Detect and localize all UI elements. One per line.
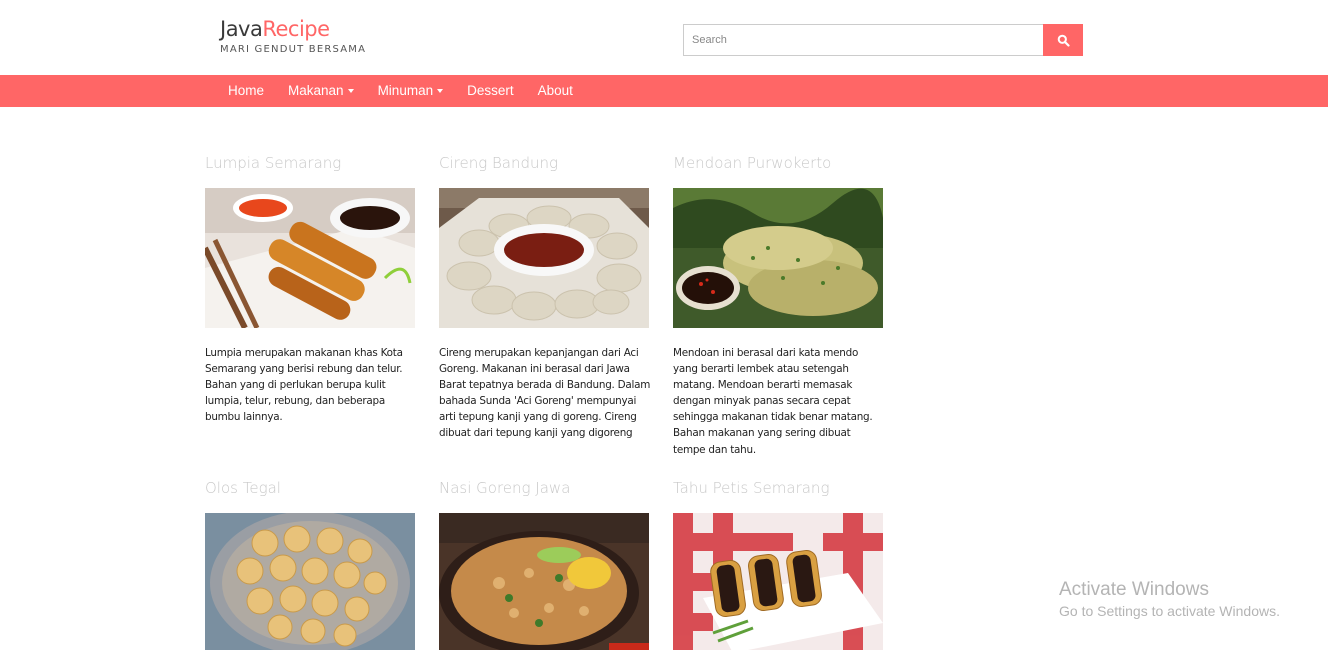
- recipe-card-tahu-petis: Tahu Petis Semarang: [673, 477, 883, 650]
- recipe-image-lumpia[interactable]: [205, 188, 415, 328]
- nav-item-label: Minuman: [377, 83, 434, 98]
- recipe-description: Lumpia merupakan makanan khas Kota Semar…: [205, 347, 403, 424]
- recipe-image-cireng[interactable]: [439, 188, 649, 328]
- brand-logo[interactable]: JavaRecipe MARI GENDUT BERSAMA: [220, 16, 366, 55]
- brand-title-java: Java: [220, 17, 263, 41]
- search-input[interactable]: [683, 24, 1043, 56]
- nav-menu: Home Makanan Minuman Dessert About: [216, 75, 585, 107]
- recipe-title[interactable]: Lumpia Semarang: [205, 152, 415, 174]
- recipe-card-lumpia: Lumpia Semarang Lumpia merupakan makanan…: [205, 152, 415, 423]
- recipe-image-olos[interactable]: [205, 513, 415, 650]
- recipe-title[interactable]: Mendoan Purwokerto: [673, 152, 883, 174]
- recipe-description: Mendoan ini berasal dari kata mendo yang…: [673, 347, 873, 456]
- activate-windows-watermark: Activate Windows Go to Settings to activ…: [1059, 578, 1280, 620]
- recipe-title[interactable]: Nasi Goreng Jawa: [439, 477, 649, 499]
- nav-item-label: Makanan: [288, 83, 344, 98]
- recipe-card-nasi-goreng: Nasi Goreng Jawa: [439, 477, 649, 650]
- watermark-title: Activate Windows: [1059, 579, 1209, 600]
- nav-item-label: About: [537, 83, 573, 98]
- search-icon: [1057, 34, 1070, 47]
- recipe-card-olos: Olos Tegal: [205, 477, 415, 650]
- nav-item-makanan[interactable]: Makanan: [276, 75, 366, 107]
- nav-item-home[interactable]: Home: [216, 75, 276, 107]
- nav-item-dessert[interactable]: Dessert: [455, 75, 526, 107]
- recipe-image-nasi-goreng[interactable]: [439, 513, 649, 650]
- nav-item-label: Home: [228, 83, 265, 98]
- nav-item-minuman[interactable]: Minuman: [366, 75, 456, 107]
- recipe-card-mendoan: Mendoan Purwokerto Mendoan ini berasal d…: [673, 152, 883, 456]
- brand-tagline: MARI GENDUT BERSAMA: [220, 44, 367, 55]
- nav-item-label: Dessert: [467, 83, 514, 98]
- brand-title-recipe: Recipe: [262, 17, 330, 41]
- recipe-title[interactable]: Cireng Bandung: [439, 152, 649, 174]
- recipe-title[interactable]: Tahu Petis Semarang: [673, 477, 883, 499]
- recipe-image-tahu-petis[interactable]: [673, 513, 883, 650]
- search-bar: [683, 24, 1083, 56]
- recipe-description: Cireng merupakan kepanjangan dari Aci Go…: [439, 347, 651, 440]
- nav-item-about[interactable]: About: [526, 75, 585, 107]
- caret-down-icon: [437, 89, 444, 94]
- watermark-subtitle: Go to Settings to activate Windows.: [1059, 603, 1280, 619]
- site-header: JavaRecipe MARI GENDUT BERSAMA: [0, 0, 1328, 75]
- search-button[interactable]: [1043, 24, 1083, 56]
- recipe-title[interactable]: Olos Tegal: [205, 477, 415, 499]
- recipe-card-cireng: Cireng Bandung Cireng merupakan kepanjan…: [439, 152, 650, 439]
- main-navbar: Home Makanan Minuman Dessert About: [0, 75, 1328, 107]
- recipe-image-mendoan[interactable]: [673, 188, 883, 328]
- brand-title: JavaRecipe: [220, 16, 366, 42]
- caret-down-icon: [347, 89, 354, 94]
